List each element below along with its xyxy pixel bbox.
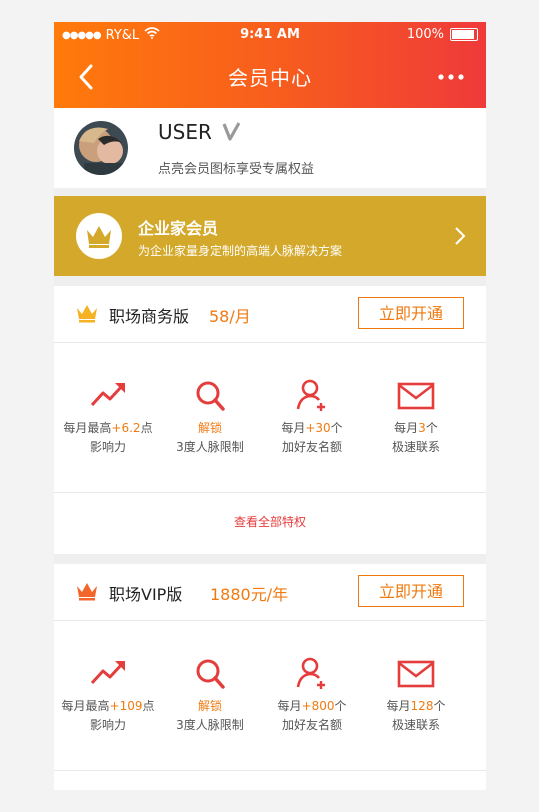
benefit-line2: 加好友名额	[281, 440, 342, 454]
crown-icon	[76, 303, 98, 323]
benefit-contact: 每月128个 极速联系	[362, 655, 470, 733]
benefit-line2: 影响力	[89, 718, 126, 732]
divider	[54, 770, 486, 771]
crown-icon	[76, 581, 98, 601]
add-user-icon	[296, 657, 325, 689]
header: ●●●●● RY&L 9:41 AM 100% 会员中心	[54, 22, 486, 108]
benefit-contact: 每月3个 极速联系	[362, 377, 470, 455]
benefit-line2: 3度人脉限制	[176, 718, 244, 732]
benefit-line2: 影响力	[89, 440, 126, 454]
plan-card-business: 职场商务版 58/月 立即开通 每月最高+6.2点 影响力 解锁 3度人脉限制 …	[54, 286, 486, 554]
status-bar: ●●●●● RY&L 9:41 AM 100%	[54, 22, 486, 46]
battery-icon	[450, 28, 478, 41]
benefit-line2: 极速联系	[391, 440, 440, 454]
benefit-influence: 每月最高+109点 影响力	[54, 655, 162, 733]
open-now-button[interactable]: 立即开通	[358, 297, 464, 329]
enterprise-member-banner[interactable]: 企业家会员 为企业家量身定制的高端人脉解决方案	[54, 196, 486, 276]
user-card: USER 点亮会员图标享受专属权益	[54, 108, 486, 188]
plan-header: 职场VIP版 1880元/年 立即开通	[54, 564, 486, 621]
battery-label: 100%	[406, 27, 444, 42]
benefit-line1: 每月+30个	[281, 421, 343, 435]
user-name: USER	[158, 120, 212, 144]
benefit-line1: 每月最高+6.2点	[63, 421, 153, 435]
crown-badge	[76, 213, 122, 259]
benefit-line2: 极速联系	[391, 718, 440, 732]
nav-bar: 会员中心	[54, 46, 486, 108]
user-subtitle: 点亮会员图标享受专属权益	[158, 162, 315, 177]
page-title: 会员中心	[228, 66, 312, 90]
benefit-line1: 每月最高+109点	[61, 699, 155, 713]
benefit-friends: 每月+30个 加好友名额	[258, 377, 366, 455]
benefit-line1: 解锁	[197, 421, 222, 435]
trend-up-icon	[90, 383, 125, 407]
mail-icon	[397, 382, 435, 410]
chevron-right-icon	[452, 224, 468, 248]
v-badge-icon[interactable]	[222, 120, 241, 142]
plan-name: 职场VIP版	[109, 585, 183, 604]
open-now-button[interactable]: 立即开通	[358, 575, 464, 607]
benefit-line1: 解锁	[197, 699, 222, 713]
app-screen: ●●●●● RY&L 9:41 AM 100% 会员中心 USER 点亮会员图标…	[54, 22, 486, 790]
crown-icon	[87, 226, 111, 248]
search-icon	[196, 659, 225, 689]
plan-name: 职场商务版	[109, 307, 190, 326]
more-dots-icon[interactable]	[436, 62, 466, 92]
enterprise-title: 企业家会员	[138, 219, 219, 238]
mail-icon	[397, 660, 435, 688]
avatar[interactable]	[74, 121, 128, 175]
benefit-friends: 每月+800个 加好友名额	[258, 655, 366, 733]
benefit-line1: 每月128个	[386, 699, 446, 713]
benefit-unlock: 解锁 3度人脉限制	[156, 377, 264, 455]
benefits-row: 每月最高+6.2点 影响力 解锁 3度人脉限制 每月+30个 加好友名额 每月3…	[54, 343, 486, 491]
plan-price: 58/月	[209, 307, 251, 326]
trend-up-icon	[90, 661, 125, 685]
benefit-line2: 加好友名额	[281, 718, 342, 732]
benefit-influence: 每月最高+6.2点 影响力	[54, 377, 162, 455]
plan-card-vip: 职场VIP版 1880元/年 立即开通 每月最高+109点 影响力 解锁 3度人…	[54, 564, 486, 790]
add-user-icon	[296, 379, 325, 411]
search-icon	[196, 381, 225, 411]
benefit-line1: 每月3个	[394, 421, 438, 435]
plan-price: 1880元/年	[210, 585, 289, 604]
enterprise-subtitle: 为企业家量身定制的高端人脉解决方案	[138, 244, 343, 258]
benefit-unlock: 解锁 3度人脉限制	[156, 655, 264, 733]
benefits-row: 每月最高+109点 影响力 解锁 3度人脉限制 每月+800个 加好友名额 每月…	[54, 621, 486, 769]
plan-header: 职场商务版 58/月 立即开通	[54, 286, 486, 343]
benefit-line2: 3度人脉限制	[176, 440, 244, 454]
benefit-line1: 每月+800个	[277, 699, 347, 713]
see-all-privileges-link[interactable]: 查看全部特权	[54, 492, 486, 551]
